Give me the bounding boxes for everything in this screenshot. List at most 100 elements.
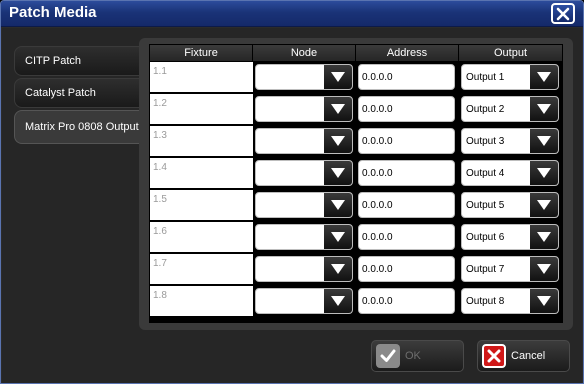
output-cell: Output 7 bbox=[459, 254, 562, 285]
tab-catalyst-patch[interactable]: Catalyst Patch bbox=[14, 78, 142, 108]
address-cell: 0.0.0.0 bbox=[356, 222, 459, 253]
output-cell: Output 1 bbox=[459, 62, 562, 93]
node-cell bbox=[253, 94, 356, 125]
address-field[interactable]: 0.0.0.0 bbox=[358, 288, 455, 314]
ok-button[interactable]: OK bbox=[371, 340, 464, 372]
table-row: 1.4 0.0.0.0 Output 4 bbox=[150, 158, 562, 189]
chevron-down-icon[interactable] bbox=[530, 225, 558, 249]
tab-citp-patch[interactable]: CITP Patch bbox=[14, 46, 142, 76]
output-dropdown[interactable]: Output 8 bbox=[461, 288, 559, 314]
chevron-down-icon[interactable] bbox=[324, 161, 352, 185]
column-header-node[interactable]: Node bbox=[253, 45, 356, 61]
close-button[interactable] bbox=[551, 3, 575, 24]
address-cell: 0.0.0.0 bbox=[356, 254, 459, 285]
output-value: Output 5 bbox=[466, 199, 505, 211]
address-cell: 0.0.0.0 bbox=[356, 158, 459, 189]
chevron-down-icon[interactable] bbox=[324, 257, 352, 281]
check-icon bbox=[376, 344, 400, 368]
output-dropdown[interactable]: Output 7 bbox=[461, 256, 559, 282]
cancel-button[interactable]: Cancel bbox=[477, 340, 570, 372]
address-field[interactable]: 0.0.0.0 bbox=[358, 160, 455, 186]
tab-label: Matrix Pro 0808 Output bbox=[25, 121, 139, 133]
node-dropdown[interactable] bbox=[255, 160, 353, 186]
node-dropdown[interactable] bbox=[255, 288, 353, 314]
node-dropdown[interactable] bbox=[255, 64, 353, 90]
table-row: 1.6 0.0.0.0 Output 6 bbox=[150, 222, 562, 253]
fixture-cell: 1.4 bbox=[150, 158, 253, 189]
output-value: Output 6 bbox=[466, 231, 505, 243]
address-cell: 0.0.0.0 bbox=[356, 62, 459, 93]
output-dropdown[interactable]: Output 1 bbox=[461, 64, 559, 90]
chevron-down-icon[interactable] bbox=[324, 65, 352, 89]
output-value: Output 7 bbox=[466, 263, 505, 275]
output-value: Output 1 bbox=[466, 71, 505, 83]
fixture-cell: 1.5 bbox=[150, 190, 253, 221]
address-field[interactable]: 0.0.0.0 bbox=[358, 96, 455, 122]
cancel-button-label: Cancel bbox=[511, 350, 546, 362]
fixture-cell: 1.6 bbox=[150, 222, 253, 253]
output-dropdown[interactable]: Output 6 bbox=[461, 224, 559, 250]
output-dropdown[interactable]: Output 4 bbox=[461, 160, 559, 186]
column-header-address[interactable]: Address bbox=[356, 45, 459, 61]
output-value: Output 4 bbox=[466, 167, 505, 179]
output-dropdown[interactable]: Output 3 bbox=[461, 128, 559, 154]
tab-label: Catalyst Patch bbox=[25, 87, 96, 99]
address-field[interactable]: 0.0.0.0 bbox=[358, 256, 455, 282]
chevron-down-icon[interactable] bbox=[530, 65, 558, 89]
chevron-down-icon[interactable] bbox=[530, 161, 558, 185]
address-field[interactable]: 0.0.0.0 bbox=[358, 64, 455, 90]
side-tabs: CITP Patch Catalyst Patch Matrix Pro 080… bbox=[14, 46, 142, 146]
node-dropdown[interactable] bbox=[255, 96, 353, 122]
node-cell bbox=[253, 190, 356, 221]
fixture-cell: 1.2 bbox=[150, 94, 253, 125]
chevron-down-icon[interactable] bbox=[530, 289, 558, 313]
column-header-output[interactable]: Output bbox=[459, 45, 562, 61]
output-value: Output 3 bbox=[466, 135, 505, 147]
table-row: 1.8 0.0.0.0 Output 8 bbox=[150, 286, 562, 317]
fixture-cell: 1.7 bbox=[150, 254, 253, 285]
output-cell: Output 4 bbox=[459, 158, 562, 189]
chevron-down-icon[interactable] bbox=[324, 289, 352, 313]
chevron-down-icon[interactable] bbox=[530, 129, 558, 153]
node-cell bbox=[253, 254, 356, 285]
chevron-down-icon[interactable] bbox=[530, 193, 558, 217]
chevron-down-icon[interactable] bbox=[324, 129, 352, 153]
close-icon bbox=[556, 7, 570, 20]
title-bar: Patch Media bbox=[1, 1, 583, 27]
ok-button-label: OK bbox=[405, 350, 421, 362]
node-dropdown[interactable] bbox=[255, 256, 353, 282]
output-cell: Output 3 bbox=[459, 126, 562, 157]
chevron-down-icon[interactable] bbox=[530, 97, 558, 121]
output-value: Output 2 bbox=[466, 103, 505, 115]
node-dropdown[interactable] bbox=[255, 128, 353, 154]
node-dropdown[interactable] bbox=[255, 192, 353, 218]
node-cell bbox=[253, 286, 356, 317]
table-row: 1.7 0.0.0.0 Output 7 bbox=[150, 254, 562, 285]
node-cell bbox=[253, 62, 356, 93]
node-cell bbox=[253, 126, 356, 157]
chevron-down-icon[interactable] bbox=[324, 225, 352, 249]
node-dropdown[interactable] bbox=[255, 224, 353, 250]
chevron-down-icon[interactable] bbox=[324, 193, 352, 217]
address-field[interactable]: 0.0.0.0 bbox=[358, 128, 455, 154]
output-dropdown[interactable]: Output 2 bbox=[461, 96, 559, 122]
tab-matrix-pro-output[interactable]: Matrix Pro 0808 Output bbox=[14, 110, 142, 144]
fixture-cell: 1.3 bbox=[150, 126, 253, 157]
column-header-fixture[interactable]: Fixture bbox=[150, 45, 253, 61]
address-field[interactable]: 0.0.0.0 bbox=[358, 224, 455, 250]
output-dropdown[interactable]: Output 5 bbox=[461, 192, 559, 218]
node-cell bbox=[253, 158, 356, 189]
address-field[interactable]: 0.0.0.0 bbox=[358, 192, 455, 218]
address-cell: 0.0.0.0 bbox=[356, 94, 459, 125]
patch-table: Fixture Node Address Output 1.1 0.0.0.0 Ou… bbox=[149, 44, 563, 323]
address-cell: 0.0.0.0 bbox=[356, 190, 459, 221]
chevron-down-icon[interactable] bbox=[324, 97, 352, 121]
patch-media-dialog: Patch Media CITP Patch Catalyst Patch Ma… bbox=[0, 0, 584, 384]
chevron-down-icon[interactable] bbox=[530, 257, 558, 281]
fixture-cell: 1.1 bbox=[150, 62, 253, 93]
output-cell: Output 2 bbox=[459, 94, 562, 125]
table-row: 1.5 0.0.0.0 Output 5 bbox=[150, 190, 562, 221]
output-cell: Output 8 bbox=[459, 286, 562, 317]
tab-label: CITP Patch bbox=[25, 55, 82, 67]
patch-panel: Fixture Node Address Output 1.1 0.0.0.0 Ou… bbox=[139, 38, 573, 330]
